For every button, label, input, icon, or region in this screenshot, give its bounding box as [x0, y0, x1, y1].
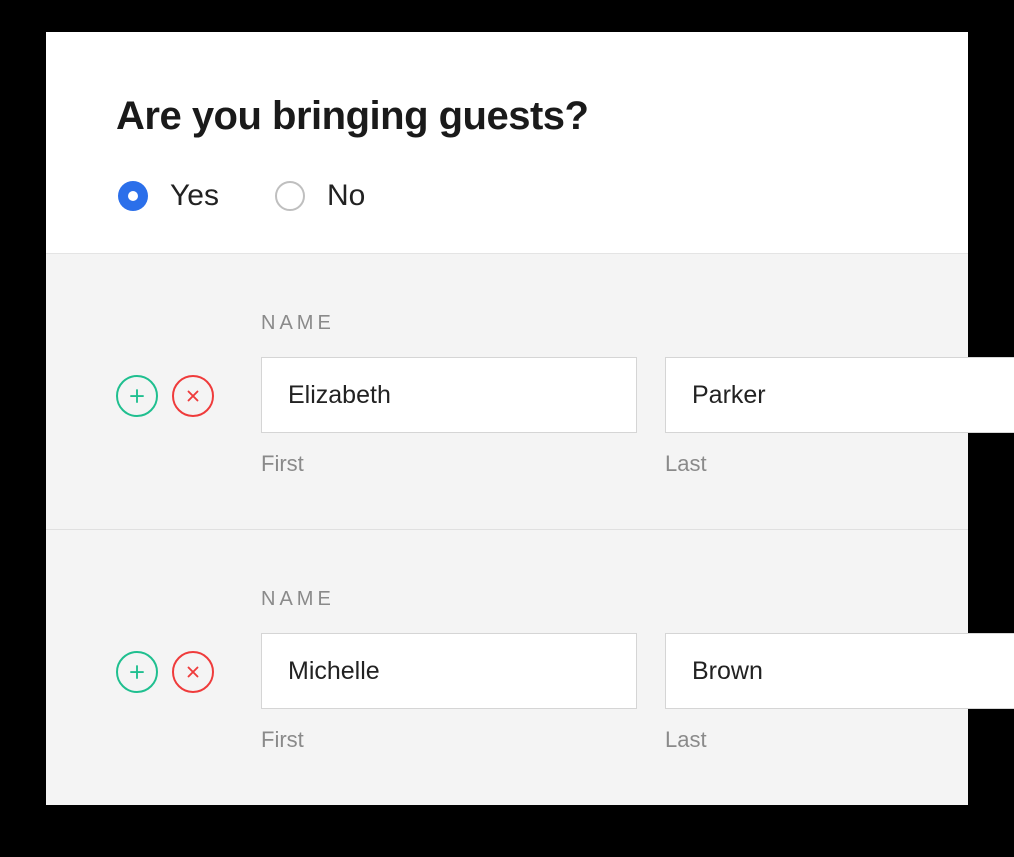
guest-row: NAME First La	[46, 530, 968, 805]
form-header: Are you bringing guests? Yes No	[46, 32, 968, 253]
close-icon	[184, 387, 202, 405]
name-fields: First Last	[261, 633, 1014, 753]
name-section-label: NAME	[261, 312, 898, 335]
question-title: Are you bringing guests?	[116, 94, 898, 139]
row-actions	[116, 357, 261, 417]
plus-icon	[128, 663, 146, 681]
first-name-input[interactable]	[261, 633, 637, 709]
radio-label-no: No	[327, 179, 365, 213]
form-card: Are you bringing guests? Yes No NAME	[46, 32, 968, 805]
add-guest-button[interactable]	[116, 651, 158, 693]
close-icon	[184, 663, 202, 681]
last-name-input[interactable]	[665, 357, 1014, 433]
row-actions	[116, 633, 261, 693]
remove-guest-button[interactable]	[172, 651, 214, 693]
last-name-input[interactable]	[665, 633, 1014, 709]
first-name-label: First	[261, 727, 637, 753]
radio-option-no[interactable]: No	[275, 179, 365, 213]
radio-unselected-icon	[275, 181, 305, 211]
radio-label-yes: Yes	[170, 179, 219, 213]
add-guest-button[interactable]	[116, 375, 158, 417]
first-name-label: First	[261, 451, 637, 477]
first-name-input[interactable]	[261, 357, 637, 433]
radio-option-yes[interactable]: Yes	[118, 179, 219, 213]
plus-icon	[128, 387, 146, 405]
radio-selected-icon	[118, 181, 148, 211]
remove-guest-button[interactable]	[172, 375, 214, 417]
last-name-label: Last	[665, 727, 1014, 753]
name-fields: First Last	[261, 357, 1014, 477]
radio-group-guests: Yes No	[116, 179, 898, 213]
last-name-label: Last	[665, 451, 1014, 477]
guest-list: NAME First La	[46, 253, 968, 805]
name-section-label: NAME	[261, 588, 898, 611]
guest-row: NAME First La	[46, 254, 968, 530]
